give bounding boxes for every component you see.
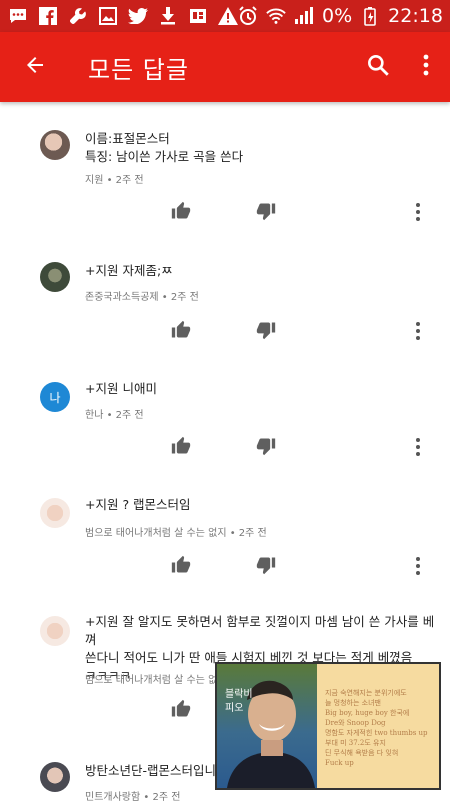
battery-icon: [360, 6, 380, 26]
lyric-line: 명함도 자게적힌 two thumbs up: [325, 729, 428, 737]
avatar[interactable]: [40, 130, 70, 160]
thumbs-down-icon[interactable]: [256, 201, 276, 221]
lyric-line: 딘 무식해 욕받음 다 잊혀: [325, 749, 399, 757]
warning-icon: [218, 6, 238, 26]
wifi-icon: [266, 6, 286, 26]
avatar[interactable]: [40, 262, 70, 292]
lyric-line: Big boy, huge boy 한국에: [325, 709, 410, 717]
thumbs-up-icon[interactable]: [171, 320, 191, 340]
comment-text-line: +지원 ? 랩몬스터임: [85, 497, 191, 512]
back-button[interactable]: [0, 32, 70, 102]
comment-item: 이름:표절몬스터 특징: 남이쓴 가사로 곡을 쓴다 지원 • 2주 전: [0, 102, 450, 230]
comment-more-button[interactable]: [410, 436, 426, 458]
alarm-icon: [238, 6, 258, 26]
page-title: 모든 답글: [88, 55, 189, 84]
comment-meta: 존중국과소득공제 • 2주 전: [85, 292, 199, 303]
thumbs-up-icon[interactable]: [171, 555, 191, 575]
video-thumbnail-person: 블락비 피오: [217, 664, 317, 788]
download-icon: [158, 6, 178, 26]
video-lyrics: 지금 숙연해지는 분위기에도 늘 멍청하는 소녀팬 Big boy, huge …: [325, 688, 437, 768]
lyric-line: 부대 미 37.2도 유지: [325, 739, 386, 747]
thumbs-down-icon[interactable]: [256, 320, 276, 340]
thumbs-up-icon[interactable]: [171, 699, 191, 719]
signal-icon: [294, 6, 314, 26]
more-options-button[interactable]: [402, 32, 450, 102]
avatar[interactable]: 나: [40, 382, 70, 412]
app-bar: 모든 답글: [0, 32, 450, 102]
comment-text-line: +지원 자제좀;ㅉ: [85, 263, 173, 278]
app-icon: [188, 6, 208, 26]
comment-meta: 한나 • 2주 전: [85, 410, 144, 421]
more-vert-icon: [423, 53, 429, 81]
comment-more-button[interactable]: [410, 201, 426, 223]
image-icon: [98, 6, 118, 26]
search-button[interactable]: [354, 32, 402, 102]
avatar-letter: 나: [49, 390, 61, 405]
comment-item: +지원 자제좀;ㅉ 존중국과소득공제 • 2주 전: [0, 230, 450, 356]
arrow-left-icon: [23, 53, 47, 81]
comment-text-line: 특징: 남이쓴 가사로 곡을 쓴다: [85, 149, 244, 164]
comment-meta: 범으로 태어나개처럼 살 수는 없: [85, 675, 218, 686]
facebook-icon: [38, 6, 58, 26]
avatar[interactable]: [40, 498, 70, 528]
comment-item: 나 +지원 니애미 한나 • 2주 전: [0, 356, 450, 474]
comment-text-line: +지원 니애미: [85, 381, 157, 396]
comment-more-button[interactable]: [410, 320, 426, 342]
thumbs-down-icon[interactable]: [256, 555, 276, 575]
wrench-icon: [68, 6, 88, 26]
thumbs-up-icon[interactable]: [171, 436, 191, 456]
chat-icon: [8, 6, 28, 26]
comment-more-button[interactable]: [410, 555, 426, 577]
lyric-line: Fuck up: [325, 759, 354, 767]
search-icon: [365, 52, 391, 82]
avatar[interactable]: [40, 616, 70, 646]
lyric-line: Dre와 Snoop Dog: [325, 719, 386, 727]
comment-item: +지원 ? 랩몬스터임 범으로 태어나개처럼 살 수는 없지 • 2주 전: [0, 474, 450, 598]
thumbs-up-icon[interactable]: [171, 201, 191, 221]
comment-meta: 민트개사랑함 • 2주 전: [85, 792, 181, 803]
comment-text-line: 이름:표절몬스터: [85, 131, 170, 146]
thumbs-down-icon[interactable]: [256, 436, 276, 456]
video-caption-tag: 블락비 피오: [225, 689, 253, 714]
twitter-icon: [128, 6, 148, 26]
comment-text-line: +지원 잘 알지도 못하면서 함부로 짓껄이지 마셈 남이 쓴 가사를 베껴: [85, 614, 435, 647]
status-bar: 0% 22:18: [0, 0, 450, 32]
lyric-line: 늘 멍청하는 소녀팬: [325, 699, 381, 707]
avatar[interactable]: [40, 762, 70, 792]
lyric-line: 지금 숙연해지는 분위기에도: [325, 689, 407, 697]
comment-meta: 범으로 태어나개처럼 살 수는 없지 • 2주 전: [85, 528, 267, 539]
video-pip-overlay[interactable]: 블락비 피오 지금 숙연해지는 분위기에도 늘 멍청하는 소녀팬 Big boy…: [215, 662, 441, 790]
comment-meta: 지원 • 2주 전: [85, 175, 144, 186]
battery-percent: 0%: [322, 5, 353, 27]
clock: 22:18: [388, 5, 443, 27]
